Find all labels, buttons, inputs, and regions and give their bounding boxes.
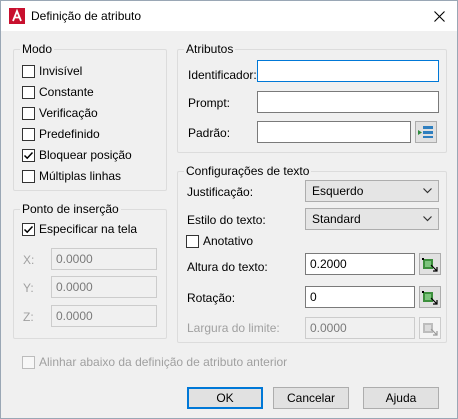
tag-input[interactable] bbox=[257, 60, 439, 82]
preset-label: Predefinido bbox=[39, 127, 100, 141]
lock-position-checkbox-box[interactable] bbox=[22, 148, 35, 162]
x-label: X: bbox=[23, 253, 35, 267]
help-button[interactable]: Ajuda bbox=[363, 387, 439, 409]
pick-text-height-button[interactable] bbox=[419, 253, 441, 275]
close-button[interactable] bbox=[421, 1, 457, 31]
insert-field-icon bbox=[418, 126, 433, 138]
multiple-lines-checkbox[interactable]: Múltiplas linhas bbox=[22, 169, 121, 183]
constant-label: Constante bbox=[39, 85, 94, 99]
z-input[interactable]: 0.0000 bbox=[51, 305, 157, 327]
close-icon bbox=[433, 10, 445, 22]
y-label: Y: bbox=[23, 281, 34, 295]
specify-on-screen-checkbox[interactable]: Especificar na tela bbox=[22, 222, 137, 236]
annotative-checkbox-box[interactable] bbox=[186, 234, 199, 248]
text-height-input[interactable]: 0.2000 bbox=[305, 253, 415, 275]
annotative-checkbox[interactable]: Anotativo bbox=[186, 234, 253, 248]
align-below-checkbox-box[interactable] bbox=[22, 355, 35, 369]
pick-point-icon bbox=[422, 291, 438, 305]
multiple-lines-checkbox-box[interactable] bbox=[22, 169, 35, 183]
invisible-label: Invisível bbox=[39, 64, 83, 78]
checkmark-icon bbox=[23, 225, 34, 233]
verify-checkbox-box[interactable] bbox=[22, 106, 35, 120]
invisible-checkbox-box[interactable] bbox=[22, 64, 35, 78]
verify-label: Verificação bbox=[39, 106, 98, 120]
preset-checkbox[interactable]: Predefinido bbox=[22, 127, 100, 141]
cancel-button[interactable]: Cancelar bbox=[273, 387, 349, 409]
text-style-label: Estilo do texto: bbox=[187, 213, 266, 227]
preset-checkbox-box[interactable] bbox=[22, 127, 35, 141]
tag-label: Identificador: bbox=[188, 68, 257, 82]
verify-checkbox[interactable]: Verificação bbox=[22, 106, 98, 120]
prompt-input[interactable] bbox=[257, 91, 439, 113]
insert-field-button[interactable] bbox=[415, 121, 437, 143]
mode-group-title: Modo bbox=[20, 42, 55, 56]
text-settings-group-title: Configurações de texto bbox=[184, 164, 312, 178]
ok-button[interactable]: OK bbox=[187, 387, 263, 409]
chevron-down-icon bbox=[423, 216, 432, 222]
default-input[interactable] bbox=[257, 121, 411, 143]
constant-checkbox[interactable]: Constante bbox=[22, 85, 94, 99]
rotation-input[interactable]: 0 bbox=[305, 286, 415, 308]
attributes-group-title: Atributos bbox=[184, 42, 236, 56]
justification-label: Justificação: bbox=[187, 185, 254, 199]
boundary-width-label: Largura do limite: bbox=[187, 321, 280, 335]
text-height-label: Altura do texto: bbox=[187, 260, 268, 274]
attribute-definition-dialog: Definição de atributo Modo Invisível Con… bbox=[0, 0, 458, 419]
insertion-point-group-title: Ponto de inserção bbox=[20, 202, 121, 216]
checkmark-icon bbox=[23, 151, 34, 159]
multiple-lines-label: Múltiplas linhas bbox=[39, 169, 122, 183]
align-below-label: Alinhar abaixo da definição de atributo … bbox=[39, 355, 288, 369]
prompt-label: Prompt: bbox=[188, 96, 231, 110]
title-bar: Definição de atributo bbox=[1, 1, 457, 31]
align-below-checkbox[interactable]: Alinhar abaixo da definição de atributo … bbox=[22, 355, 287, 369]
justification-value: Esquerdo bbox=[312, 184, 364, 198]
pick-point-icon bbox=[423, 323, 438, 336]
justification-select[interactable]: Esquerdo bbox=[305, 180, 439, 202]
specify-on-screen-label: Especificar na tela bbox=[39, 222, 138, 236]
y-input[interactable]: 0.0000 bbox=[51, 276, 157, 298]
pick-rotation-button[interactable] bbox=[419, 286, 441, 308]
annotative-label: Anotativo bbox=[203, 234, 254, 248]
invisible-checkbox[interactable]: Invisível bbox=[22, 64, 82, 78]
x-input[interactable]: 0.0000 bbox=[51, 248, 157, 270]
default-label: Padrão: bbox=[188, 126, 231, 140]
autocad-logo-icon bbox=[9, 8, 25, 24]
boundary-width-input[interactable]: 0.0000 bbox=[305, 317, 415, 339]
constant-checkbox-box[interactable] bbox=[22, 85, 35, 99]
pick-boundary-width-button[interactable] bbox=[419, 317, 441, 339]
lock-position-label: Bloquear posição bbox=[39, 148, 132, 162]
window-title: Definição de atributo bbox=[31, 9, 142, 23]
specify-on-screen-checkbox-box[interactable] bbox=[22, 222, 35, 236]
lock-position-checkbox[interactable]: Bloquear posição bbox=[22, 148, 132, 162]
rotation-label: Rotação: bbox=[187, 291, 236, 305]
chevron-down-icon bbox=[423, 188, 432, 194]
z-label: Z: bbox=[23, 310, 34, 324]
pick-point-icon bbox=[422, 258, 438, 272]
text-style-select[interactable]: Standard bbox=[305, 208, 439, 230]
text-style-value: Standard bbox=[312, 212, 361, 226]
